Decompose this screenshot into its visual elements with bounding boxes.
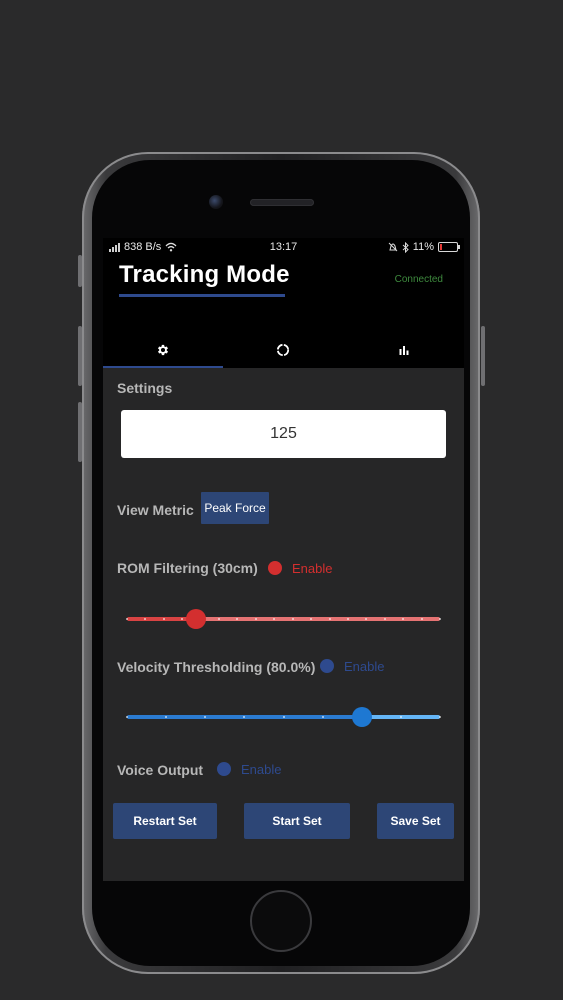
home-button[interactable] bbox=[250, 890, 312, 952]
volume-up-button bbox=[78, 326, 82, 386]
slider-tick bbox=[328, 618, 331, 620]
voice-output-label: Voice Output bbox=[117, 762, 204, 778]
tab-settings[interactable] bbox=[103, 332, 224, 368]
tab-stats[interactable] bbox=[344, 332, 464, 368]
slider-tick bbox=[165, 716, 168, 718]
tab-tracking[interactable] bbox=[223, 332, 343, 368]
slider-tick bbox=[181, 618, 184, 620]
view-metric-label: View Metric bbox=[117, 502, 194, 518]
rom-slider-thumb[interactable] bbox=[185, 609, 206, 629]
slider-tick bbox=[218, 618, 221, 620]
bluetooth-icon bbox=[402, 241, 409, 253]
slider-tick bbox=[321, 716, 324, 718]
slider-tick bbox=[204, 716, 207, 718]
peak-force-button[interactable]: Peak Force bbox=[201, 492, 269, 524]
velocity-thresholding-label: Velocity Thresholding (80.0%) bbox=[117, 659, 316, 675]
slider-tick bbox=[126, 716, 128, 718]
velocity-enable-label: Enable bbox=[344, 659, 385, 674]
voice-enable-label: Enable bbox=[241, 762, 282, 777]
circle-progress-icon bbox=[277, 343, 290, 357]
slider-tick bbox=[310, 618, 313, 620]
battery-icon bbox=[438, 242, 460, 252]
alarm-off-icon bbox=[388, 242, 398, 252]
power-button bbox=[481, 326, 485, 386]
slider-tick bbox=[399, 716, 402, 718]
slider-tick bbox=[243, 716, 246, 718]
slider-tick bbox=[162, 618, 165, 620]
start-set-button[interactable]: Start Set bbox=[244, 803, 350, 839]
connection-status: Connected bbox=[394, 274, 443, 285]
front-camera bbox=[209, 195, 223, 209]
voice-enable-toggle[interactable] bbox=[217, 762, 231, 776]
slider-tick bbox=[420, 618, 423, 620]
slider-tick bbox=[236, 618, 239, 620]
slider-tick bbox=[439, 716, 441, 718]
set-value-input[interactable]: 125 bbox=[121, 410, 446, 458]
velocity-slider-track[interactable] bbox=[126, 715, 441, 719]
slider-tick bbox=[402, 618, 405, 620]
app-screen: 838 B/s 13:17 11% Tracking Mode Connecte… bbox=[103, 238, 464, 881]
slider-tick bbox=[346, 618, 349, 620]
slider-tick bbox=[273, 618, 276, 620]
volume-down-button bbox=[78, 402, 82, 462]
rom-enable-label: Enable bbox=[292, 561, 333, 576]
earpiece-speaker bbox=[250, 199, 314, 206]
slider-tick bbox=[144, 618, 147, 620]
restart-set-button[interactable]: Restart Set bbox=[113, 803, 217, 839]
velocity-enable-toggle[interactable] bbox=[320, 659, 334, 673]
slider-tick bbox=[383, 618, 386, 620]
mute-switch bbox=[78, 255, 82, 287]
rom-enable-toggle[interactable] bbox=[268, 561, 282, 575]
app-header: Tracking Mode Connected bbox=[103, 258, 464, 368]
save-set-button[interactable]: Save Set bbox=[377, 803, 454, 839]
title-underline bbox=[119, 294, 285, 297]
slider-tick bbox=[126, 618, 128, 620]
page-title: Tracking Mode bbox=[119, 261, 290, 288]
bar-chart-icon bbox=[399, 346, 409, 355]
slider-tick bbox=[365, 618, 368, 620]
slider-tick bbox=[291, 618, 294, 620]
velocity-slider-thumb[interactable] bbox=[351, 707, 372, 727]
slider-tick bbox=[439, 618, 441, 620]
battery-percent: 11% bbox=[412, 241, 434, 253]
rom-filtering-label: ROM Filtering (30cm) bbox=[117, 560, 258, 576]
gear-icon bbox=[158, 344, 169, 356]
settings-heading: Settings bbox=[117, 380, 173, 396]
status-bar: 838 B/s 13:17 11% bbox=[103, 238, 464, 258]
rom-slider-track[interactable] bbox=[126, 617, 441, 621]
tab-bar bbox=[103, 332, 464, 368]
slider-tick bbox=[282, 716, 285, 718]
slider-tick bbox=[254, 618, 257, 620]
